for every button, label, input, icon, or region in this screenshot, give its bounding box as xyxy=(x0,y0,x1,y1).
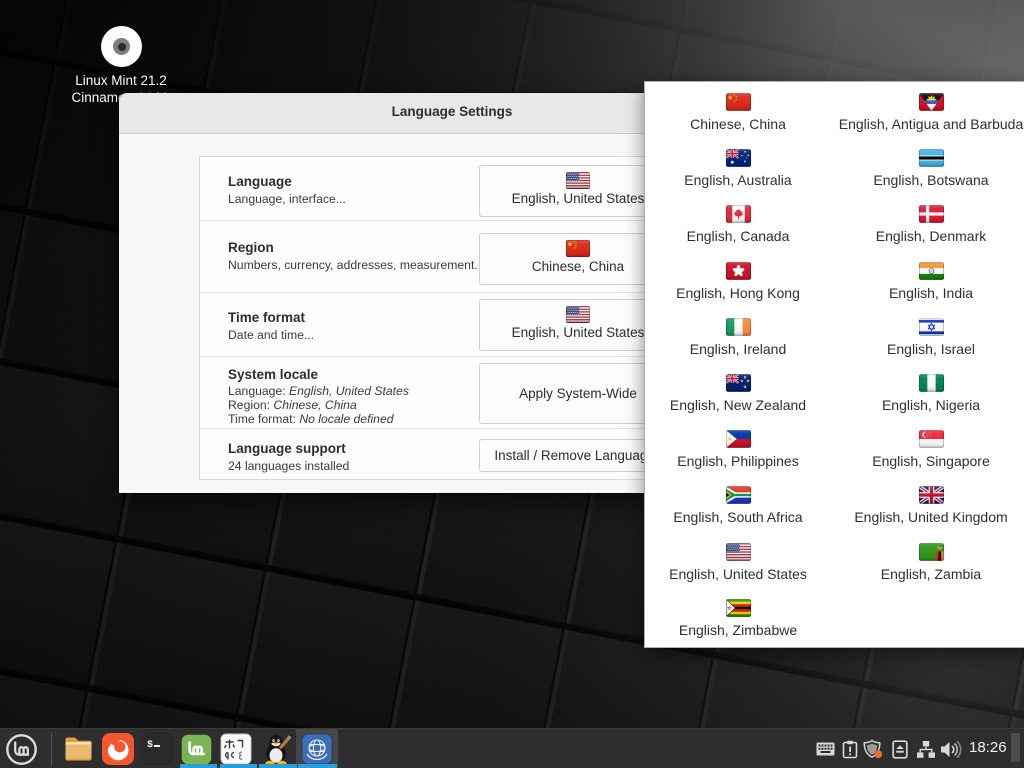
svg-text:$: $ xyxy=(147,739,153,751)
